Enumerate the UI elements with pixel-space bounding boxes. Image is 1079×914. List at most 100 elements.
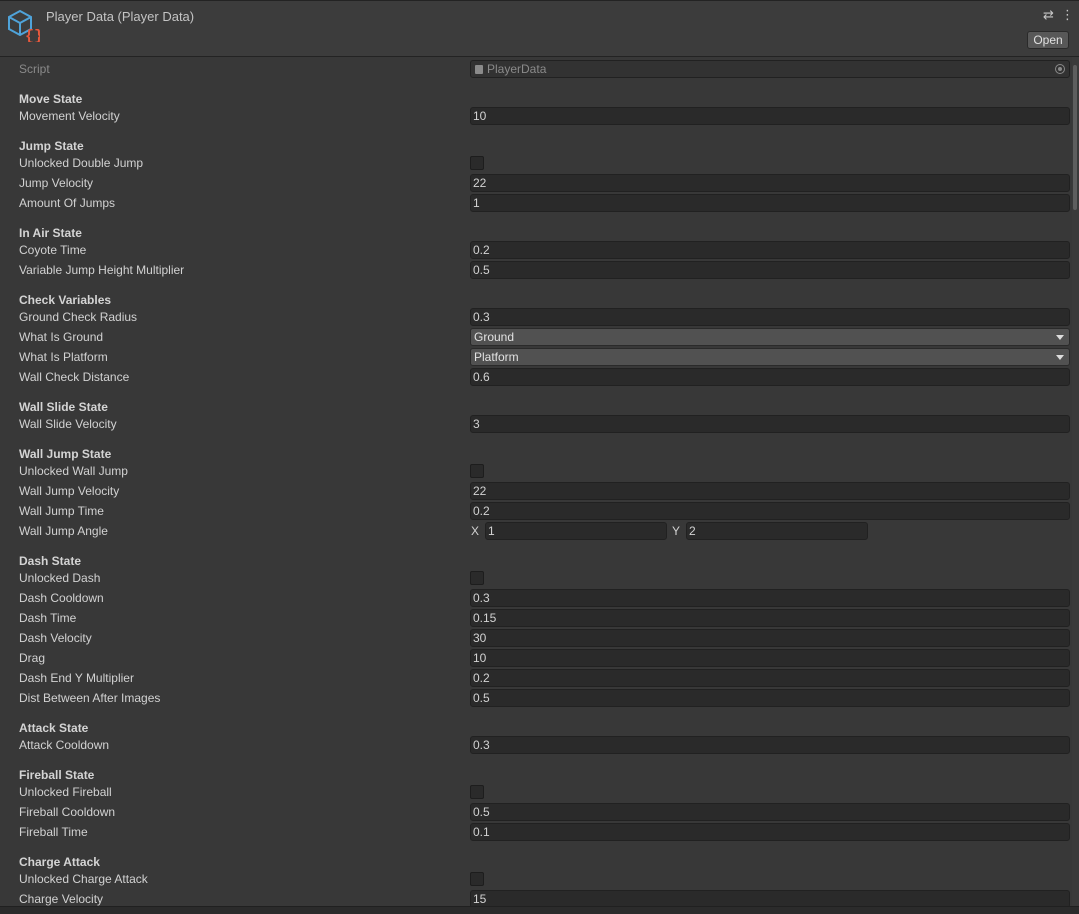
coyote-time-input[interactable]: 0.2 xyxy=(470,241,1070,259)
section-header: Wall Jump State xyxy=(0,443,1072,463)
field-row-drag: Drag 10 xyxy=(0,648,1072,668)
field-row-coyote-time: Coyote Time 0.2 xyxy=(0,240,1072,260)
amount-of-jumps-input[interactable]: 1 xyxy=(470,194,1070,212)
field-row-unlocked-wall-jump: Unlocked Wall Jump xyxy=(0,461,1072,481)
wall-jump-velocity-input[interactable]: 22 xyxy=(470,482,1070,500)
field-row-wall-jump-angle: Wall Jump Angle X 1 Y 2 xyxy=(0,521,1072,541)
section-title: In Air State xyxy=(19,226,82,240)
vertical-scrollbar[interactable] xyxy=(1072,57,1079,906)
scriptable-object-icon: {} xyxy=(8,9,40,42)
dash-velocity-input[interactable]: 30 xyxy=(470,629,1070,647)
field-label: Dash End Y Multiplier xyxy=(19,671,134,685)
section-header: Jump State xyxy=(0,135,1072,155)
field-label: Unlocked Double Jump xyxy=(19,156,144,170)
unlocked-charge-attack-checkbox[interactable] xyxy=(470,872,484,886)
wall-slide-velocity-input[interactable]: 3 xyxy=(470,415,1070,433)
wall-jump-angle-y-input[interactable]: 2 xyxy=(686,522,868,540)
movement-velocity-input[interactable]: 10 xyxy=(470,107,1070,125)
field-row-wall-jump-time: Wall Jump Time 0.2 xyxy=(0,501,1072,521)
wall-jump-angle-x-input[interactable]: 1 xyxy=(485,522,667,540)
unlocked-fireball-checkbox[interactable] xyxy=(470,785,484,799)
svg-text:{}: {} xyxy=(25,28,40,42)
section-header: In Air State xyxy=(0,222,1072,242)
field-label: Unlocked Fireball xyxy=(19,785,112,799)
unlocked-wall-jump-checkbox[interactable] xyxy=(470,464,484,478)
dropdown-value: Ground xyxy=(474,330,515,344)
field-row-what-is-ground: What Is Ground Ground xyxy=(0,327,1072,347)
inspector-header: {} Player Data (Player Data) ⇄ ⋮ Open xyxy=(0,0,1079,57)
field-label: Fireball Time xyxy=(19,825,88,839)
field-label: Coyote Time xyxy=(19,243,87,257)
script-label: Script xyxy=(19,62,50,76)
section-title: Charge Attack xyxy=(19,855,100,869)
preset-settings-icon[interactable]: ⇄ xyxy=(1043,7,1054,23)
dash-end-y-multiplier-input[interactable]: 0.2 xyxy=(470,669,1070,687)
script-object-field[interactable]: PlayerData xyxy=(470,60,1070,78)
wall-jump-time-input[interactable]: 0.2 xyxy=(470,502,1070,520)
ground-check-radius-input[interactable]: 0.3 xyxy=(470,308,1070,326)
dash-cooldown-input[interactable]: 0.3 xyxy=(470,589,1070,607)
field-row-dash-cooldown: Dash Cooldown 0.3 xyxy=(0,588,1072,608)
bottom-panel-edge xyxy=(0,906,1079,914)
what-is-ground-dropdown[interactable]: Ground xyxy=(470,328,1070,346)
field-row-fireball-cooldown: Fireball Cooldown 0.5 xyxy=(0,802,1072,822)
object-picker-icon[interactable] xyxy=(1055,64,1065,74)
kebab-menu-icon[interactable]: ⋮ xyxy=(1061,7,1074,23)
section-title: Fireball State xyxy=(19,768,95,782)
open-button[interactable]: Open xyxy=(1027,31,1069,49)
field-label: Wall Jump Angle xyxy=(19,524,108,538)
field-row-unlocked-charge-attack: Unlocked Charge Attack xyxy=(0,869,1072,889)
drag-input[interactable]: 10 xyxy=(470,649,1070,667)
field-label: Ground Check Radius xyxy=(19,310,138,324)
field-row-unlocked-fireball: Unlocked Fireball xyxy=(0,782,1072,802)
field-label: Attack Cooldown xyxy=(19,738,110,752)
field-label: Wall Jump Velocity xyxy=(19,484,120,498)
field-label: Wall Check Distance xyxy=(19,370,130,384)
section-header: Check Variables xyxy=(0,289,1072,309)
jump-velocity-input[interactable]: 22 xyxy=(470,174,1070,192)
section-header: Move State xyxy=(0,88,1072,108)
fireball-time-input[interactable]: 0.1 xyxy=(470,823,1070,841)
field-label: Charge Velocity xyxy=(19,892,104,906)
section-header: Wall Slide State xyxy=(0,396,1072,416)
section-title: Jump State xyxy=(19,139,84,153)
field-row-dist-between-after-images: Dist Between After Images 0.5 xyxy=(0,688,1072,708)
field-label: What Is Ground xyxy=(19,330,104,344)
field-row-attack-cooldown: Attack Cooldown 0.3 xyxy=(0,735,1072,755)
scrollbar-thumb[interactable] xyxy=(1073,65,1077,210)
dist-between-after-images-input[interactable]: 0.5 xyxy=(470,689,1070,707)
fireball-cooldown-input[interactable]: 0.5 xyxy=(470,803,1070,821)
chevron-down-icon xyxy=(1056,355,1064,360)
field-label: Unlocked Dash xyxy=(19,571,101,585)
attack-cooldown-input[interactable]: 0.3 xyxy=(470,736,1070,754)
field-row-dash-velocity: Dash Velocity 30 xyxy=(0,628,1072,648)
field-label: Dash Velocity xyxy=(19,631,92,645)
field-row-ground-check-radius: Ground Check Radius 0.3 xyxy=(0,307,1072,327)
vector-y-label: Y xyxy=(672,524,681,538)
script-file-icon xyxy=(475,65,483,74)
field-row-amount-of-jumps: Amount Of Jumps 1 xyxy=(0,193,1072,213)
variable-jump-height-multiplier-input[interactable]: 0.5 xyxy=(470,261,1070,279)
section-header: Attack State xyxy=(0,717,1072,737)
field-label: Dist Between After Images xyxy=(19,691,161,705)
unlocked-double-jump-checkbox[interactable] xyxy=(470,156,484,170)
field-row-wall-check-distance: Wall Check Distance 0.6 xyxy=(0,367,1072,387)
field-row-unlocked-dash: Unlocked Dash xyxy=(0,568,1072,588)
dash-time-input[interactable]: 0.15 xyxy=(470,609,1070,627)
field-label: Unlocked Wall Jump xyxy=(19,464,128,478)
wall-check-distance-input[interactable]: 0.6 xyxy=(470,368,1070,386)
unlocked-dash-checkbox[interactable] xyxy=(470,571,484,585)
field-label: Movement Velocity xyxy=(19,109,120,123)
field-label: Wall Jump Time xyxy=(19,504,104,518)
field-label: Amount Of Jumps xyxy=(19,196,116,210)
what-is-platform-dropdown[interactable]: Platform xyxy=(470,348,1070,366)
field-label: Unlocked Charge Attack xyxy=(19,872,148,886)
field-label: What Is Platform xyxy=(19,350,108,364)
field-row-wall-slide-velocity: Wall Slide Velocity 3 xyxy=(0,414,1072,434)
script-value: PlayerData xyxy=(487,62,547,76)
section-title: Wall Jump State xyxy=(19,447,112,461)
dropdown-value: Platform xyxy=(474,350,519,364)
chevron-down-icon xyxy=(1056,335,1064,340)
field-row-movement-velocity: Movement Velocity 10 xyxy=(0,106,1072,126)
field-label: Variable Jump Height Multiplier xyxy=(19,263,185,277)
